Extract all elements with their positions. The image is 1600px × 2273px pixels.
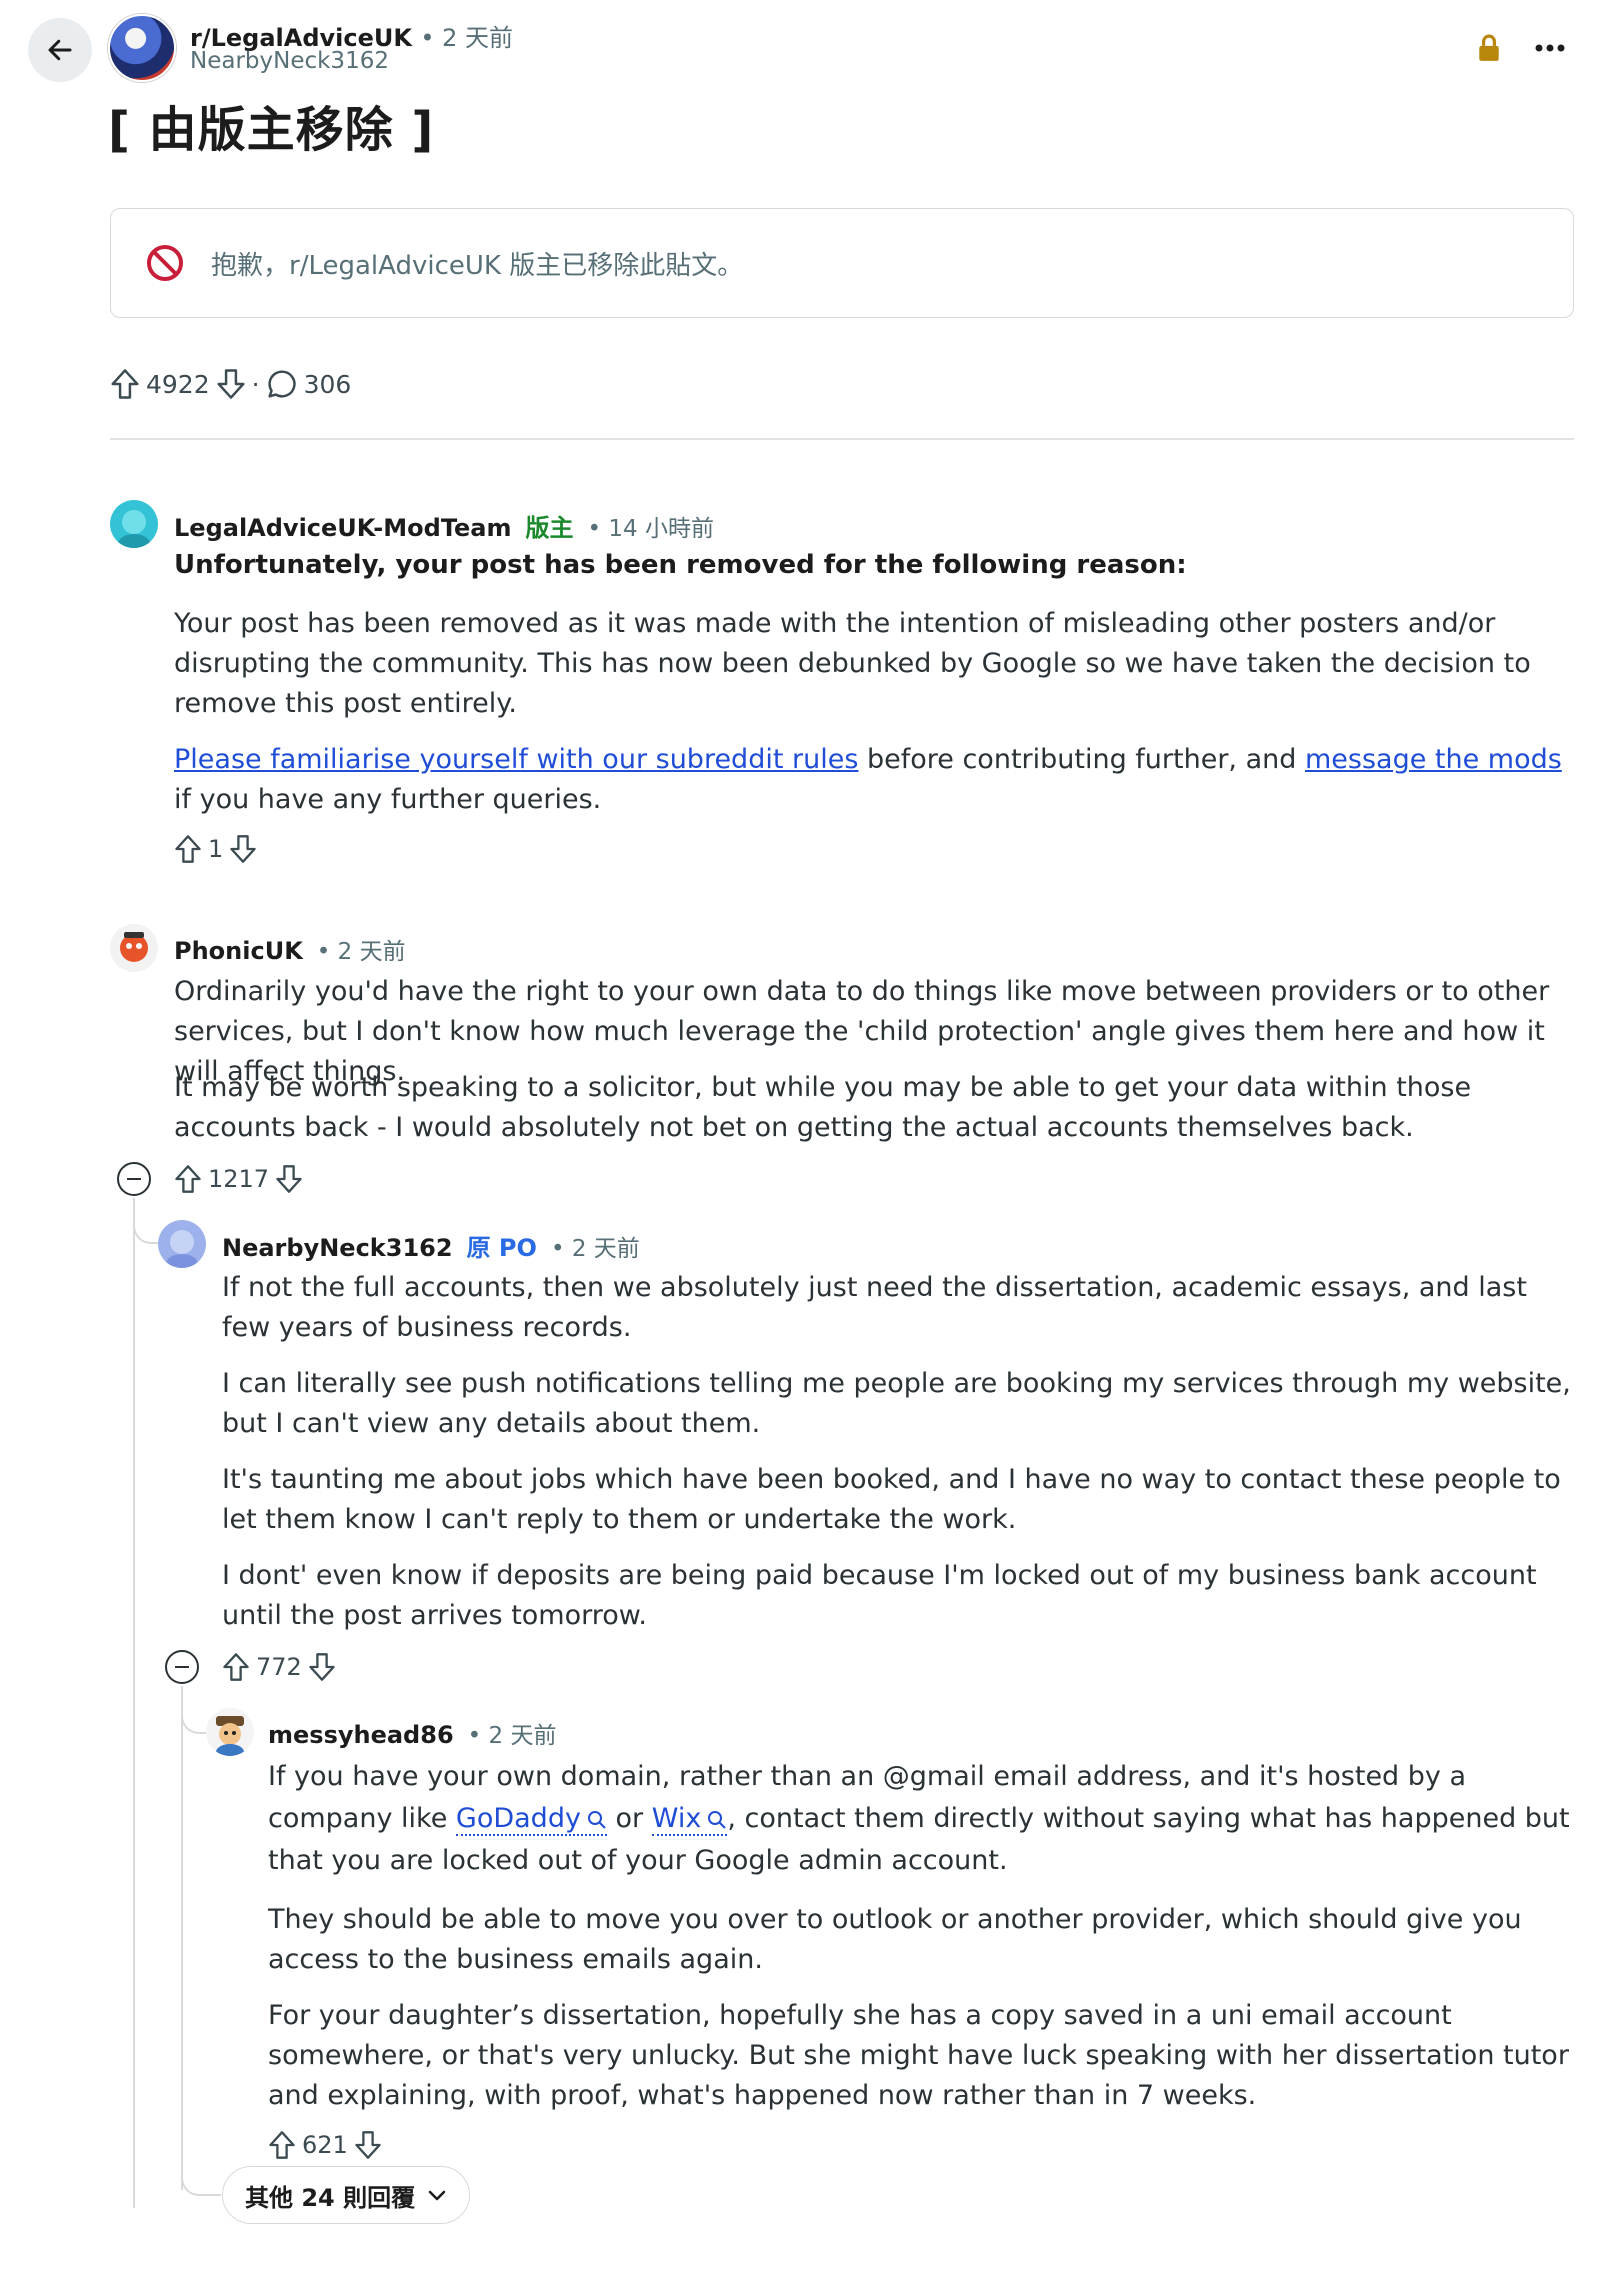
downvote-icon[interactable]: [275, 1164, 303, 1194]
upvote-icon[interactable]: [110, 368, 140, 400]
removed-notice-text: 抱歉，r/LegalAdviceUK 版主已移除此貼文。: [211, 250, 744, 281]
thread-connector: [133, 1222, 159, 1244]
arrow-left-icon: [45, 35, 75, 65]
comment-vote-count: 621: [302, 2131, 348, 2159]
prohibited-icon: [145, 243, 185, 283]
downvote-icon[interactable]: [229, 834, 257, 864]
comment-author[interactable]: LegalAdviceUK-ModTeam: [174, 514, 511, 542]
comment-vote-count: 1217: [208, 1165, 270, 1193]
comment-text: if you have any further queries.: [174, 784, 602, 815]
comment-text: before contributing further, and: [858, 744, 1305, 775]
message-mods-link[interactable]: message the mods: [1305, 744, 1562, 775]
comment-author[interactable]: PhonicUK: [174, 937, 303, 965]
divider: [110, 438, 1574, 440]
comment-header: LegalAdviceUK-ModTeam 版主 • 14 小時前: [174, 508, 714, 543]
comment-body: It may be worth speaking to a solicitor,…: [174, 1072, 1472, 1143]
comment-body-links: Please familiarise yourself with our sub…: [174, 740, 1574, 820]
thread-connector: [181, 1712, 207, 1734]
comment-body: I can literally see push notifications t…: [222, 1368, 1571, 1439]
downvote-icon[interactable]: [216, 368, 246, 400]
thread-line: [133, 1198, 135, 2208]
comment-body: Your post has been removed as it was mad…: [174, 608, 1531, 719]
search-icon: [587, 1810, 607, 1830]
more-replies-label: 其他 24 則回覆: [245, 2183, 416, 2212]
avatar[interactable]: [110, 924, 158, 972]
comment-body: If you have your own domain, rather than…: [268, 1756, 1574, 1882]
avatar[interactable]: [110, 500, 158, 548]
comment-header: messyhead86 • 2 天前: [268, 1716, 556, 1750]
search-link-wix[interactable]: Wix: [651, 1803, 728, 1836]
comment-time: • 14 小時前: [587, 516, 714, 542]
back-button[interactable]: [28, 18, 92, 82]
subreddit-avatar[interactable]: [108, 14, 176, 82]
comment-body: For your daughter’s dissertation, hopefu…: [268, 2000, 1569, 2111]
comment-author[interactable]: messyhead86: [268, 1721, 454, 1749]
comment-body: They should be able to move you over to …: [268, 1904, 1522, 1975]
search-link-godaddy[interactable]: GoDaddy: [455, 1803, 607, 1836]
thread-connector: [181, 2168, 221, 2196]
search-term: GoDaddy: [455, 1803, 581, 1834]
upvote-icon[interactable]: [268, 2130, 296, 2160]
comment-time: • 2 天前: [550, 1236, 640, 1262]
comment-time: • 2 天前: [467, 1723, 557, 1749]
comment-author[interactable]: NearbyNeck3162: [222, 1234, 453, 1262]
comment-body: I dont' even know if deposits are being …: [222, 1560, 1537, 1631]
post-time: • 2 天前: [420, 24, 514, 52]
downvote-icon[interactable]: [354, 2130, 382, 2160]
comment-time: • 2 天前: [316, 939, 406, 965]
comment-text: or: [606, 1803, 652, 1834]
comment-header: PhonicUK • 2 天前: [174, 932, 406, 966]
post-author[interactable]: NearbyNeck3162: [190, 48, 389, 74]
comment-body: It's taunting me about jobs which have b…: [222, 1464, 1561, 1535]
more-options-icon[interactable]: [1530, 30, 1570, 66]
separator-dot: ·: [251, 369, 260, 399]
mod-badge: 版主: [525, 514, 574, 542]
post-comment-count[interactable]: 306: [304, 370, 352, 399]
search-icon: [707, 1810, 727, 1830]
more-replies-button[interactable]: 其他 24 則回覆: [222, 2166, 471, 2224]
subreddit-rules-link[interactable]: Please familiarise yourself with our sub…: [174, 744, 858, 775]
comment-vote-row: 1217: [174, 1164, 303, 1194]
comment-vote-row: 621: [268, 2130, 382, 2160]
thread-line: [181, 1686, 183, 2190]
collapse-thread-button[interactable]: [117, 1162, 151, 1196]
comment-body: If not the full accounts, then we absolu…: [222, 1272, 1527, 1343]
comment-heading: Unfortunately, your post has been remove…: [174, 550, 1187, 580]
collapse-thread-button[interactable]: [165, 1650, 199, 1684]
comment-vote-row: 772: [222, 1652, 336, 1682]
chevron-down-icon: [427, 2188, 447, 2202]
op-badge: 原 PO: [466, 1234, 537, 1262]
post-action-bar: 4922 · 306: [110, 368, 357, 400]
post-vote-count: 4922: [146, 369, 210, 399]
comment-icon[interactable]: [266, 368, 298, 400]
post-title: [ 由版主移除 ]: [108, 102, 435, 158]
comment-vote-row: 1: [174, 834, 257, 864]
avatar[interactable]: [206, 1708, 254, 1756]
avatar[interactable]: [158, 1220, 206, 1268]
search-term: Wix: [651, 1803, 702, 1834]
upvote-icon[interactable]: [174, 834, 202, 864]
downvote-icon[interactable]: [308, 1652, 336, 1682]
lock-icon: [1476, 34, 1502, 62]
removed-notice: 抱歉，r/LegalAdviceUK 版主已移除此貼文。: [110, 208, 1574, 318]
comment-header: NearbyNeck3162 原 PO • 2 天前: [222, 1228, 640, 1263]
comment-vote-count: 772: [256, 1653, 302, 1681]
upvote-icon[interactable]: [174, 1164, 202, 1194]
comment-vote-count: 1: [208, 835, 224, 863]
upvote-icon[interactable]: [222, 1652, 250, 1682]
